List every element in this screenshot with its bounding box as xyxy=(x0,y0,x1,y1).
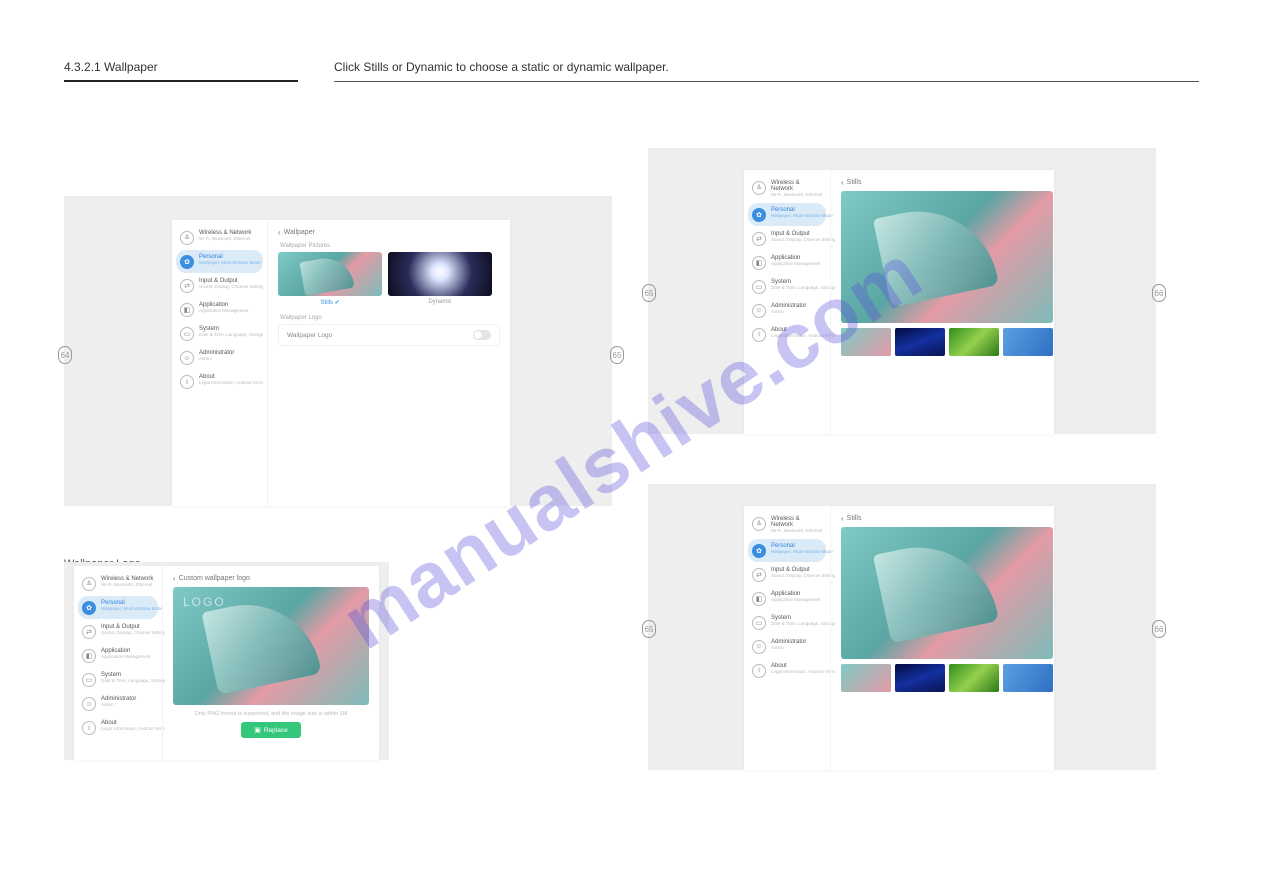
chevron-left-icon: ‹ xyxy=(173,574,176,583)
sidebar-item-io[interactable]: ⇄Input & OutputSound, Display, Channel S… xyxy=(748,227,826,250)
sidebar-item-wireless[interactable]: ≙Wireless & NetworkWi-Fi, Bluetooth, Eth… xyxy=(78,572,158,595)
sidebar-item-system[interactable]: ▭SystemDate & Time, Language, Storage xyxy=(78,668,158,691)
sidebar-item-admin[interactable]: ☺AdministratorAdmin xyxy=(78,692,158,715)
sidebar-item-about[interactable]: iAboutLegal Information, Android Version xyxy=(748,659,826,682)
about-icon: i xyxy=(180,375,194,389)
personal-icon: ✿ xyxy=(180,255,194,269)
sidebar-item-personal[interactable]: ✿ PersonalWallpaper, Multi-Window Mode xyxy=(176,250,263,273)
sidebar-item-io[interactable]: ⇄Input & OutputSound, Display, Channel S… xyxy=(78,620,158,643)
sidebar-item-admin[interactable]: ☺AdministratorAdmin xyxy=(748,299,826,322)
sidebar-item-personal[interactable]: ✿PersonalWallpaper, Multi-Window Mode xyxy=(748,539,826,562)
screenshot-stills-2: ≙Wireless & NetworkWi-Fi, Bluetooth, Eth… xyxy=(648,484,1156,770)
stills-preview xyxy=(841,191,1053,323)
sidebar-item-about[interactable]: i AboutLegal Information, Android Versio… xyxy=(176,370,263,393)
chevron-left-icon: ‹ xyxy=(841,514,844,523)
io-icon: ⇄ xyxy=(180,279,194,293)
screenshot-wallpaper: ≙ Wireless & NetworkWi-Fi, Bluetooth, Et… xyxy=(64,196,612,506)
app-icon: ◧ xyxy=(180,303,194,317)
chevron-left-icon: ‹ xyxy=(841,178,844,187)
back-stills[interactable]: ‹ Stills xyxy=(841,514,1053,523)
logo-toggle[interactable] xyxy=(473,330,491,340)
image-icon: ▣ xyxy=(254,726,261,734)
page-num-left-3: 65 xyxy=(642,620,656,638)
page-num-left-1: 64 xyxy=(58,346,72,364)
wallpaper-stills-card[interactable]: Stills ✔ xyxy=(278,252,382,309)
page-num-right-2: 66 xyxy=(1152,284,1166,302)
sidebar-item-system[interactable]: ▭ SystemDate & Time, Language, Storage xyxy=(176,322,263,345)
page-num-right-3: 66 xyxy=(1152,620,1166,638)
wallpaper-pictures-label: Wallpaper Pictures xyxy=(280,243,500,249)
wallpaper-dynamic-card[interactable]: Dynamic xyxy=(388,252,492,309)
system-icon: ▭ xyxy=(180,327,194,341)
logo-hint: Only PNG format is supported, and the im… xyxy=(173,711,369,717)
screenshot-stills-1: ≙Wireless & NetworkWi-Fi, Bluetooth, Eth… xyxy=(648,148,1156,434)
stills-thumb-2[interactable] xyxy=(895,664,945,692)
sidebar-item-wireless[interactable]: ≙Wireless & NetworkWi-Fi, Bluetooth, Eth… xyxy=(748,176,826,202)
sidebar-item-wireless[interactable]: ≙Wireless & NetworkWi-Fi, Bluetooth, Eth… xyxy=(748,512,826,538)
sidebar-item-io[interactable]: ⇄Input & OutputSound, Display, Channel S… xyxy=(748,563,826,586)
stills-thumbnail xyxy=(278,252,382,296)
sidebar-item-application[interactable]: ◧ ApplicationApplication Management xyxy=(176,298,263,321)
settings-sidebar: ≙ Wireless & NetworkWi-Fi, Bluetooth, Et… xyxy=(172,220,267,506)
chevron-left-icon: ‹ xyxy=(278,228,281,237)
sidebar-item-io[interactable]: ⇄ Input & OutputSound, Display, Channel … xyxy=(176,274,263,297)
stills-thumb-3[interactable] xyxy=(949,664,999,692)
sidebar-item-application[interactable]: ◧ApplicationApplication Management xyxy=(748,251,826,274)
section-title-right: Click Stills or Dynamic to choose a stat… xyxy=(334,60,1199,82)
sidebar-item-wireless[interactable]: ≙ Wireless & NetworkWi-Fi, Bluetooth, Et… xyxy=(176,226,263,249)
stills-thumb-4[interactable] xyxy=(1003,328,1053,356)
stills-thumb-4[interactable] xyxy=(1003,664,1053,692)
back-stills[interactable]: ‹ Stills xyxy=(841,178,1053,187)
wallpaper-logo-row[interactable]: Wallpaper Logo xyxy=(278,324,500,346)
admin-icon: ☺ xyxy=(180,351,194,365)
stills-thumb-2[interactable] xyxy=(895,328,945,356)
dynamic-thumbnail xyxy=(388,252,492,296)
page-num-right-1: 65 xyxy=(610,346,624,364)
sidebar-item-personal[interactable]: ✿PersonalWallpaper, Multi-Window Mode xyxy=(78,596,158,619)
sidebar-item-system[interactable]: ▭SystemDate & Time, Language, Storage xyxy=(748,275,826,298)
stills-thumb-3[interactable] xyxy=(949,328,999,356)
wallpaper-content: ‹ Wallpaper Wallpaper Pictures Stills ✔ … xyxy=(267,220,510,506)
sidebar-item-admin[interactable]: ☺ AdministratorAdmin xyxy=(176,346,263,369)
check-icon: ✔ xyxy=(335,300,340,306)
wallpaper-logo-label: Wallpaper Logo xyxy=(280,315,500,321)
back-wallpaper[interactable]: ‹ Wallpaper xyxy=(278,228,500,237)
sidebar-item-about[interactable]: iAboutLegal Information, Android Version xyxy=(78,716,158,739)
sidebar-item-personal[interactable]: ✿PersonalWallpaper, Multi-Window Mode xyxy=(748,203,826,226)
stills-preview xyxy=(841,527,1053,659)
wifi-icon: ≙ xyxy=(180,231,194,245)
sidebar-item-system[interactable]: ▭SystemDate & Time, Language, Storage xyxy=(748,611,826,634)
logo-preview: LOGO xyxy=(173,587,369,705)
logo-placeholder-text: LOGO xyxy=(183,595,226,609)
replace-button[interactable]: ▣ Replace xyxy=(241,722,301,738)
sidebar-item-admin[interactable]: ☺AdministratorAdmin xyxy=(748,635,826,658)
sidebar-item-application[interactable]: ◧ApplicationApplication Management xyxy=(78,644,158,667)
sidebar-item-application[interactable]: ◧ApplicationApplication Management xyxy=(748,587,826,610)
back-custom-logo[interactable]: ‹ Custom wallpaper logo xyxy=(173,574,369,583)
sidebar-item-about[interactable]: iAboutLegal Information, Android Version xyxy=(748,323,826,346)
stills-thumb-1[interactable] xyxy=(841,664,891,692)
section-title-left: 4.3.2.1 Wallpaper xyxy=(64,60,298,82)
screenshot-custom-logo: ≙Wireless & NetworkWi-Fi, Bluetooth, Eth… xyxy=(64,562,389,760)
page-num-left-2: 65 xyxy=(642,284,656,302)
stills-thumb-1[interactable] xyxy=(841,328,891,356)
